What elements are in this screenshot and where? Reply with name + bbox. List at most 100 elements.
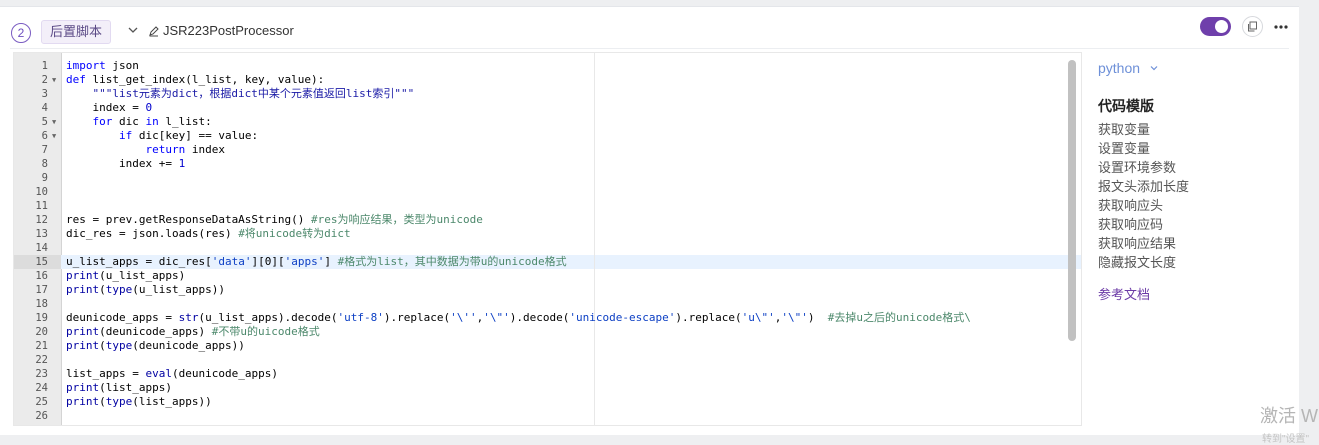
copy-icon	[1248, 21, 1257, 32]
code-template-item[interactable]: 获取响应结果	[1098, 234, 1189, 253]
code-line[interactable]: 10	[14, 185, 1081, 199]
reference-docs-link[interactable]: 参考文档	[1098, 284, 1150, 303]
code-line[interactable]: 21 print(type(deunicode_apps))	[14, 339, 1081, 353]
line-number: 11	[35, 200, 48, 212]
fold-arrow-icon[interactable]: ▼	[52, 73, 56, 87]
line-number: 22	[35, 354, 48, 366]
code-text: import json	[66, 59, 139, 72]
code-line[interactable]: 12 res = prev.getResponseDataAsString() #…	[14, 213, 1081, 227]
code-text: list_apps = eval(deunicode_apps)	[66, 367, 278, 380]
code-template-item[interactable]: 获取响应头	[1098, 196, 1189, 215]
code-editor[interactable]: 1 import json 2 ▼ def list_get_index(l_list,…	[13, 52, 1082, 426]
code-line[interactable]: 19 deunicode_apps = str(u_list_apps).deco…	[14, 311, 1081, 325]
line-number: 19	[35, 312, 48, 324]
code-text: res = prev.getResponseDataAsString() #re…	[66, 213, 483, 226]
processor-name[interactable]: JSR223PostProcessor	[163, 20, 294, 42]
line-number: 3	[41, 88, 48, 100]
line-number: 16	[35, 270, 48, 282]
code-text: deunicode_apps = str(u_list_apps).decode…	[66, 311, 971, 324]
activation-watermark: 激活 W	[1260, 406, 1318, 426]
code-text: index = 0	[66, 101, 153, 114]
line-number: 18	[35, 298, 48, 310]
code-template-item[interactable]: 获取响应码	[1098, 215, 1189, 234]
code-line[interactable]: 25 print(type(list_apps))	[14, 395, 1081, 409]
edit-icon[interactable]	[148, 25, 160, 37]
code-line[interactable]: 23 list_apps = eval(deunicode_apps)	[14, 367, 1081, 381]
toggle-knob	[1215, 20, 1228, 33]
code-line[interactable]: 2 ▼ def list_get_index(l_list, key, value)…	[14, 73, 1081, 87]
line-number: 6	[41, 130, 48, 142]
code-text: print(list_apps)	[66, 381, 172, 394]
code-line[interactable]: 1 import json	[14, 59, 1081, 73]
code-text: print(type(list_apps))	[66, 395, 212, 408]
line-number: 21	[35, 340, 48, 352]
code-line[interactable]: 18	[14, 297, 1081, 311]
code-text: if dic[key] == value:	[118, 129, 259, 142]
line-number: 23	[35, 368, 48, 380]
line-number: 17	[35, 284, 48, 296]
fold-arrow-icon[interactable]: ▼	[52, 129, 56, 143]
code-text: """list元素为dict，根据dict中某个元素值返回list索引"""	[92, 87, 415, 100]
line-number: 5	[41, 116, 48, 128]
more-options-icon[interactable]	[1273, 21, 1289, 33]
code-line[interactable]: 14	[14, 241, 1081, 255]
line-number: 26	[35, 410, 48, 422]
line-number: 24	[35, 382, 48, 394]
code-line[interactable]: 15 u_list_apps = dic_res['data'][0]['apps…	[14, 255, 1081, 269]
activation-watermark-sub: 转到"设置"	[1262, 434, 1310, 445]
code-line[interactable]: 4 index = 0	[14, 101, 1081, 115]
code-template-item[interactable]: 隐藏报文长度	[1098, 253, 1189, 272]
code-text: index += 1	[66, 157, 186, 170]
line-number: 7	[41, 144, 48, 156]
code-template-item[interactable]: 报文头添加长度	[1098, 177, 1189, 196]
code-line[interactable]: 26	[14, 409, 1081, 423]
code-template-item[interactable]: 设置环境参数	[1098, 158, 1189, 177]
code-line[interactable]: 5 ▼ for dic in l_list:	[14, 115, 1081, 129]
code-line[interactable]: 20 print(deunicode_apps) #不带u的uicode格式	[14, 325, 1081, 339]
code-text: print(deunicode_apps) #不带u的uicode格式	[66, 325, 320, 338]
code-line[interactable]: 16 print(u_list_apps)	[14, 269, 1081, 283]
code-line[interactable]: 9	[14, 171, 1081, 185]
chevron-down-icon[interactable]	[1149, 63, 1159, 73]
code-text: print(type(deunicode_apps))	[66, 339, 245, 352]
enable-toggle[interactable]	[1200, 17, 1231, 36]
line-number: 4	[41, 102, 48, 114]
code-text: for dic in l_list:	[92, 115, 212, 128]
copy-button[interactable]	[1242, 16, 1263, 37]
line-number: 25	[35, 396, 48, 408]
code-line[interactable]: 24 print(list_apps)	[14, 381, 1081, 395]
line-number: 14	[35, 242, 48, 254]
script-type-tag: 后置脚本	[41, 20, 112, 44]
header-divider	[10, 48, 1289, 49]
code-line[interactable]: 3 """list元素为dict，根据dict中某个元素值返回list索引"""	[14, 87, 1081, 101]
collapse-chevron-icon[interactable]	[126, 23, 140, 37]
line-number: 13	[35, 228, 48, 240]
code-template-item[interactable]: 获取变量	[1098, 120, 1189, 139]
code-template-item[interactable]: 设置变量	[1098, 139, 1189, 158]
editor-scrollbar[interactable]	[1068, 60, 1076, 341]
code-lines[interactable]: 1 import json 2 ▼ def list_get_index(l_list,…	[14, 59, 1081, 423]
code-text: dic_res = json.loads(res) #将unicode转为dic…	[66, 227, 351, 240]
code-text: u_list_apps = dic_res['data'][0]['apps']…	[66, 255, 567, 268]
line-number: 15	[35, 256, 48, 268]
language-select[interactable]: python	[1098, 59, 1140, 77]
code-text: print(u_list_apps)	[66, 269, 186, 282]
line-number: 10	[35, 186, 48, 198]
line-number: 9	[41, 172, 48, 184]
code-line[interactable]: 7 return index	[14, 143, 1081, 157]
code-line[interactable]: 11	[14, 199, 1081, 213]
code-line[interactable]: 6 ▼ if dic[key] == value:	[14, 129, 1081, 143]
line-number: 2	[41, 74, 48, 86]
code-line[interactable]: 13 dic_res = json.loads(res) #将unicode转为d…	[14, 227, 1081, 241]
line-number: 1	[41, 60, 48, 72]
code-templates-list: 获取变量 设置变量 设置环境参数 报文头添加长度 获取响应头 获取响应码 获取响应结果 隐藏报…	[1098, 120, 1189, 272]
code-line[interactable]: 22	[14, 353, 1081, 367]
code-templates-title: 代码模版	[1098, 98, 1154, 114]
code-line[interactable]: 17 print(type(u_list_apps))	[14, 283, 1081, 297]
code-line[interactable]: 8 index += 1	[14, 157, 1081, 171]
code-text: return index	[145, 143, 225, 156]
fold-arrow-icon[interactable]: ▼	[52, 115, 56, 129]
code-text: print(type(u_list_apps))	[66, 283, 225, 296]
code-text: def list_get_index(l_list, key, value):	[66, 73, 325, 86]
line-number: 12	[35, 214, 48, 226]
